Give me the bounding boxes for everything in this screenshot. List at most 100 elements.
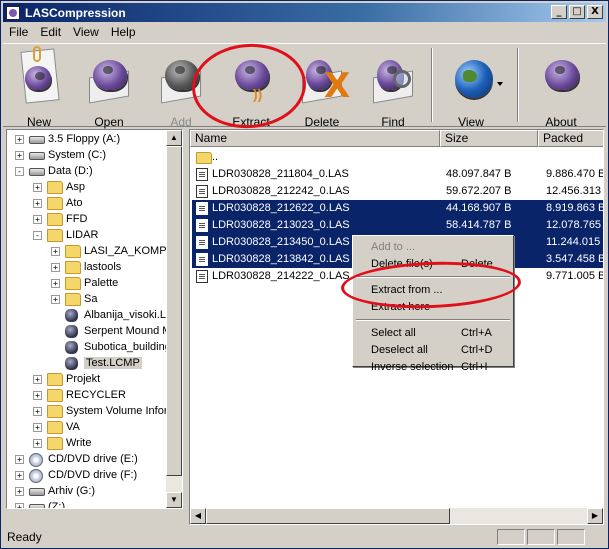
context-menu-item[interactable]: Inverse selection Ctrl+I [354, 359, 512, 375]
tree-item[interactable]: - Data (D:) [7, 164, 167, 180]
tree-item[interactable]: + Arhiv (G:) [7, 484, 167, 500]
tree-item[interactable]: - LIDAR [7, 228, 167, 244]
tree-item[interactable]: Subotica_building [7, 340, 171, 356]
find-label: Find [381, 115, 405, 129]
add-label: Add [170, 115, 192, 129]
expand-icon[interactable]: + [33, 375, 42, 384]
menu-help[interactable]: Help [105, 25, 142, 39]
scroll-right-arrow-icon[interactable]: ▶ [587, 508, 603, 524]
tree-item[interactable]: + CD/DVD drive (F:) [7, 468, 167, 484]
tree-item[interactable]: Albanija_visoki.L [7, 308, 167, 324]
context-menu-item[interactable]: Deselect all Ctrl+D [354, 342, 512, 358]
find-button[interactable]: Find [361, 48, 425, 129]
scroll-thumb[interactable] [206, 508, 450, 524]
tree-vertical-scrollbar[interactable]: ▲ ▼ [166, 130, 182, 508]
expand-icon[interactable]: + [15, 487, 24, 496]
file-row[interactable]: LDR030828_212242_0.LAS 59.672.207 B 12.456… [192, 183, 603, 200]
drive-icon [29, 168, 45, 176]
tree-item[interactable]: Serpent Mound M [7, 324, 171, 340]
file-size: 58.414.787 B [446, 219, 512, 231]
maximize-button[interactable]: □ [569, 5, 585, 19]
tree-item[interactable]: + Sa [7, 292, 167, 308]
file-row[interactable]: .. [192, 149, 603, 166]
folder-tree[interactable]: + (Z:) + Arhiv (G:) + CD/DVD drive (F:) + CD/DV… [6, 129, 183, 509]
tree-item[interactable]: + (Z:) [7, 500, 167, 508]
lcmp-icon [65, 309, 78, 322]
file-row[interactable]: LDR030828_212622_0.LAS 44.168.907 B 8.919.… [192, 200, 603, 217]
folder-icon [47, 421, 63, 434]
view-dropdown-arrow-icon[interactable] [497, 82, 503, 86]
lcmp-icon [65, 341, 78, 354]
expand-icon[interactable]: + [51, 263, 60, 272]
collapse-icon[interactable]: - [33, 231, 42, 240]
expand-icon[interactable]: + [15, 503, 24, 508]
expand-icon[interactable]: + [51, 247, 60, 256]
minimize-button[interactable]: _ [551, 5, 567, 19]
menu-item-shortcut: Ctrl+A [461, 327, 492, 339]
tree-item[interactable]: + Projekt [7, 372, 167, 388]
expand-icon[interactable]: + [33, 391, 42, 400]
expand-icon[interactable]: + [33, 407, 42, 416]
column-header-name[interactable]: Name [190, 130, 440, 147]
expand-icon[interactable]: + [51, 279, 60, 288]
context-menu-item[interactable]: Select all Ctrl+A [354, 325, 512, 341]
scroll-left-arrow-icon[interactable]: ◀ [190, 508, 206, 524]
file-row[interactable]: LDR030828_211804_0.LAS 48.097.847 B 9.886.… [192, 166, 603, 183]
new-button[interactable]: New [7, 46, 71, 129]
expand-icon[interactable]: + [33, 423, 42, 432]
tree-item[interactable]: + System (C:) [7, 148, 167, 164]
expand-icon[interactable]: + [15, 471, 24, 480]
tree-item[interactable]: + Asp [7, 180, 167, 196]
folder-icon [47, 437, 63, 450]
tree-item[interactable]: + RECYCLER [7, 388, 167, 404]
tree-item-label: RECYCLER [66, 389, 126, 401]
menu-file[interactable]: File [3, 25, 34, 39]
expand-icon[interactable]: + [33, 215, 42, 224]
file-row[interactable]: LDR030828_213023_0.LAS 58.414.787 B 12.078… [192, 217, 603, 234]
folder-icon [47, 389, 63, 402]
expand-icon[interactable]: + [33, 199, 42, 208]
tree-item[interactable]: + LASI_ZA_KOMPR [7, 244, 174, 260]
tree-item[interactable]: + Palette [7, 276, 167, 292]
open-button[interactable]: Open [77, 48, 141, 129]
scroll-up-arrow-icon[interactable]: ▲ [166, 130, 182, 146]
tree-item[interactable]: + Write [7, 436, 167, 452]
file-size: 48.097.847 B [446, 168, 512, 180]
menu-view[interactable]: View [67, 25, 105, 39]
expand-icon[interactable]: + [51, 295, 60, 304]
context-menu-item[interactable]: Add to ... [354, 239, 512, 255]
expand-icon[interactable]: + [33, 439, 42, 448]
expand-icon[interactable]: + [15, 455, 24, 464]
folder-icon [47, 213, 63, 226]
folder-icon [47, 229, 63, 242]
tree-item[interactable]: + Ato [7, 196, 167, 212]
tree-item[interactable]: + System Volume Infor [7, 404, 168, 420]
expand-icon[interactable]: + [15, 135, 24, 144]
title-bar[interactable]: LASCompression _ □ X [3, 3, 606, 22]
scroll-thumb[interactable] [166, 146, 182, 476]
menu-item-label: Deselect all [371, 344, 428, 356]
scroll-down-arrow-icon[interactable]: ▼ [166, 492, 182, 508]
file-name: LDR030828_212622_0.LAS [212, 202, 350, 214]
list-horizontal-scrollbar[interactable]: ◀ ▶ [190, 508, 603, 524]
expand-icon[interactable]: + [33, 183, 42, 192]
menu-item-shortcut: Ctrl+D [461, 344, 493, 356]
tree-item[interactable]: Test.LCMP [7, 356, 167, 372]
close-button[interactable]: X [587, 5, 603, 19]
tree-item[interactable]: +3.5 Floppy (A:) [7, 132, 167, 148]
tree-item-label: 3.5 Floppy (A:) [48, 133, 121, 145]
menu-edit[interactable]: Edit [34, 25, 67, 39]
tree-item[interactable]: + FFD [7, 212, 167, 228]
file-name: LDR030828_213023_0.LAS [212, 219, 350, 231]
tree-item[interactable]: + CD/DVD drive (E:) [7, 452, 167, 468]
file-name: LDR030828_211804_0.LAS [212, 168, 349, 180]
collapse-icon[interactable]: - [15, 167, 24, 176]
tree-item[interactable]: + VA [7, 420, 167, 436]
tree-item-label: Test.LCMP [84, 357, 142, 369]
column-header-packed[interactable]: Packed [538, 130, 603, 147]
column-header-size[interactable]: Size [440, 130, 538, 147]
expand-icon[interactable]: + [15, 151, 24, 160]
tree-item[interactable]: + lastools [7, 260, 167, 276]
about-button[interactable]: About [529, 48, 593, 129]
view-button[interactable]: View [439, 48, 503, 129]
